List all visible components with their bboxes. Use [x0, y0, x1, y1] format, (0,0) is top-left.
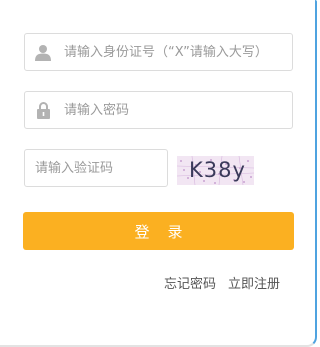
password-field	[24, 91, 293, 129]
captcha-field	[24, 149, 168, 187]
id-number-input[interactable]	[64, 34, 284, 70]
password-input[interactable]	[64, 92, 284, 128]
user-icon	[34, 34, 52, 70]
register-link[interactable]: 立即注册	[228, 273, 280, 292]
id-number-field	[24, 33, 293, 71]
captcha-input[interactable]	[35, 150, 159, 186]
login-panel: K38y 登录 忘记密码 立即注册	[0, 0, 317, 347]
captcha-image[interactable]: K38y	[177, 156, 254, 185]
lock-icon	[34, 92, 52, 128]
auth-links: 忘记密码 立即注册	[164, 273, 280, 292]
forgot-password-link[interactable]: 忘记密码	[164, 273, 216, 292]
captcha-text: K38y	[189, 158, 246, 182]
login-button[interactable]: 登录	[23, 212, 294, 250]
